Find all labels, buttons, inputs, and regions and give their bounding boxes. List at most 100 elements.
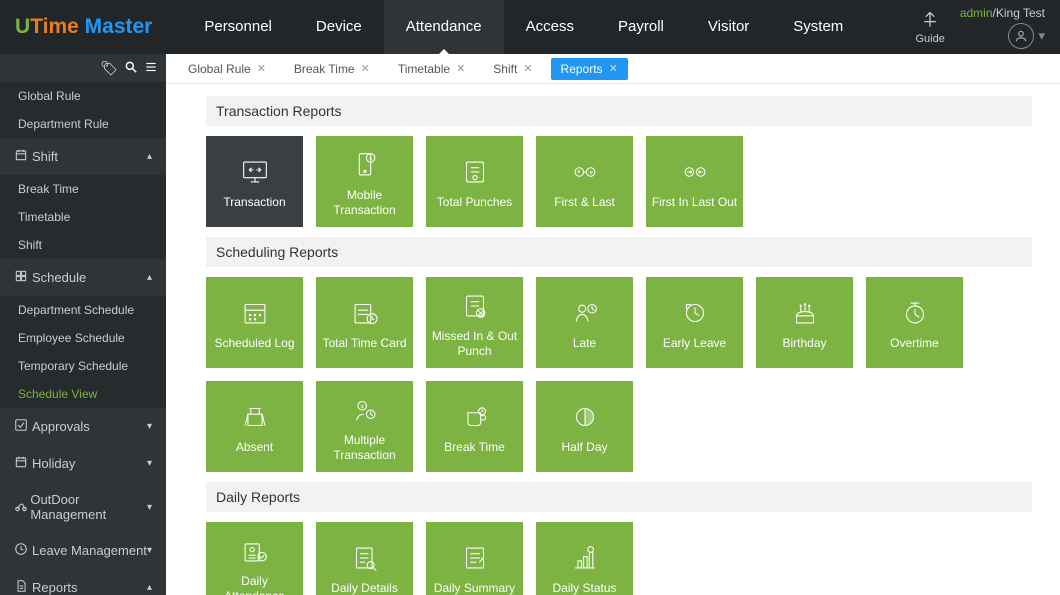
app-header: UTime Master PersonnelDeviceAttendanceAc…	[0, 0, 1060, 54]
sidebar-group-outdoor-management[interactable]: OutDoor Management▾	[0, 482, 166, 532]
sidebar-item-shift[interactable]: Shift	[0, 231, 166, 259]
svg-text:$: $	[369, 156, 372, 162]
nav-device[interactable]: Device	[294, 0, 384, 54]
card-label: Absent	[236, 440, 273, 454]
card-half-day[interactable]: Half Day	[536, 381, 633, 472]
section-scheduling-reports: Scheduling Reports	[206, 237, 1032, 267]
guide-icon	[915, 10, 944, 33]
guide-label: Guide	[915, 33, 944, 45]
card-daily-status[interactable]: Daily Status	[536, 522, 633, 595]
card-birthday[interactable]: Birthday	[756, 277, 853, 368]
card-label: Missed In & Out Punch	[430, 329, 519, 358]
card-label: First In Last Out	[652, 195, 737, 209]
sidebar-group-schedule[interactable]: Schedule▴	[0, 259, 166, 296]
sidebar-group-holiday[interactable]: Holiday▾	[0, 445, 166, 482]
schedlog-icon	[238, 294, 272, 332]
card-overtime[interactable]: Overtime	[866, 277, 963, 368]
card-label: Daily Status	[552, 581, 616, 595]
clock-icon	[14, 542, 32, 559]
guide-button[interactable]: Guide	[915, 10, 944, 45]
tab-break-time[interactable]: Break Time✕	[284, 58, 380, 80]
section-transaction-reports: Transaction Reports	[206, 96, 1032, 126]
collapse-icon[interactable]	[144, 60, 158, 77]
card-label: Total Punches	[437, 195, 512, 209]
halfday-icon	[568, 398, 602, 436]
sidebar-group-leave-management[interactable]: Leave Management▾	[0, 532, 166, 569]
sidebar-item-department-rule[interactable]: Department Rule	[0, 110, 166, 138]
card-early-leave[interactable]: Early Leave	[646, 277, 743, 368]
card-row: Transaction $ Mobile Transaction Total Punc…	[206, 136, 1032, 227]
nav-access[interactable]: Access	[504, 0, 596, 54]
card-transaction[interactable]: Transaction	[206, 136, 303, 227]
chevron-down-icon: ▾	[147, 545, 152, 556]
card-total-time-card[interactable]: Total Time Card	[316, 277, 413, 368]
card-scheduled-log[interactable]: Scheduled Log	[206, 277, 303, 368]
card-total-punches[interactable]: Total Punches	[426, 136, 523, 227]
overtime-icon	[898, 294, 932, 332]
card-daily-details[interactable]: Daily Details	[316, 522, 413, 595]
svg-text:$: $	[360, 404, 363, 410]
multi-icon: $	[348, 391, 382, 429]
sidebar-item-timetable[interactable]: Timetable	[0, 203, 166, 231]
card-label: Daily Summary	[434, 581, 515, 595]
chevron-down-icon: ▾	[147, 458, 152, 469]
content-area: Transaction Reports Transaction $ Mobile Tr…	[166, 84, 1060, 595]
card-label: Mobile Transaction	[320, 188, 409, 217]
card-multiple-transaction[interactable]: $ Multiple Transaction	[316, 381, 413, 472]
card-label: Transaction	[223, 195, 285, 209]
tab-strip: Global Rule✕ Break Time✕ Timetable✕ Shift✕ R…	[166, 54, 1060, 84]
sidebar-item-global-rule[interactable]: Global Rule	[0, 82, 166, 110]
close-icon[interactable]: ✕	[361, 62, 370, 75]
card-label: Break Time	[444, 440, 505, 454]
nav-personnel[interactable]: Personnel	[182, 0, 294, 54]
sidebar-item-employee-schedule[interactable]: Employee Schedule	[0, 324, 166, 352]
card-mobile-transaction[interactable]: $ Mobile Transaction	[316, 136, 413, 227]
punches-icon	[458, 153, 492, 191]
sidebar-group-reports[interactable]: Reports▴	[0, 569, 166, 595]
sidebar-item-department-schedule[interactable]: Department Schedule	[0, 296, 166, 324]
cake-icon	[788, 294, 822, 332]
card-label: Birthday	[782, 336, 826, 350]
close-icon[interactable]: ✕	[257, 62, 266, 75]
nav-visitor[interactable]: Visitor	[686, 0, 771, 54]
early-icon	[678, 294, 712, 332]
sidebar-item-temporary-schedule[interactable]: Temporary Schedule	[0, 352, 166, 380]
user-avatar[interactable]	[1008, 23, 1034, 49]
nav-attendance[interactable]: Attendance	[384, 0, 504, 54]
app-logo: UTime Master	[15, 15, 152, 39]
card-label: Late	[573, 336, 596, 350]
card-label: Early Leave	[663, 336, 726, 350]
card-absent[interactable]: Absent	[206, 381, 303, 472]
card-missed-in-out-punch[interactable]: Missed In & Out Punch	[426, 277, 523, 368]
tab-timetable[interactable]: Timetable✕	[388, 58, 475, 80]
sidebar-group-shift[interactable]: Shift▴	[0, 138, 166, 175]
search-icon[interactable]	[124, 60, 138, 77]
nav-system[interactable]: System	[771, 0, 865, 54]
card-label: Multiple Transaction	[320, 433, 409, 462]
card-first-last[interactable]: First & Last	[536, 136, 633, 227]
nav-payroll[interactable]: Payroll	[596, 0, 686, 54]
card-first-in-last-out[interactable]: First In Last Out	[646, 136, 743, 227]
card-row: Daily Attendance Daily Details Daily Summa…	[206, 522, 1032, 595]
close-icon[interactable]: ✕	[456, 62, 465, 75]
card-daily-summary[interactable]: Daily Summary	[426, 522, 523, 595]
card-label: Total Time Card	[322, 336, 406, 350]
late-icon	[568, 294, 602, 332]
section-daily-reports: Daily Reports	[206, 482, 1032, 512]
tab-global-rule[interactable]: Global Rule✕	[178, 58, 276, 80]
main-nav: PersonnelDeviceAttendanceAccessPayrollVi…	[182, 0, 865, 54]
sidebar-group-approvals[interactable]: Approvals▾	[0, 408, 166, 445]
tab-shift[interactable]: Shift✕	[483, 58, 542, 80]
sidebar-item-schedule-view[interactable]: Schedule View	[0, 380, 166, 408]
close-icon[interactable]: ✕	[609, 62, 618, 75]
card-break-time[interactable]: Break Time	[426, 381, 523, 472]
tab-reports[interactable]: Reports✕	[551, 58, 628, 80]
user-menu-caret[interactable]: ▾	[1038, 28, 1045, 44]
firstlast-icon	[568, 153, 602, 191]
card-daily-attendance[interactable]: Daily Attendance	[206, 522, 303, 595]
sidebar-item-break-time[interactable]: Break Time	[0, 175, 166, 203]
tag-icon[interactable]: 🏷	[100, 60, 118, 77]
card-label: Daily Attendance	[210, 574, 299, 595]
close-icon[interactable]: ✕	[523, 62, 532, 75]
card-late[interactable]: Late	[536, 277, 633, 368]
